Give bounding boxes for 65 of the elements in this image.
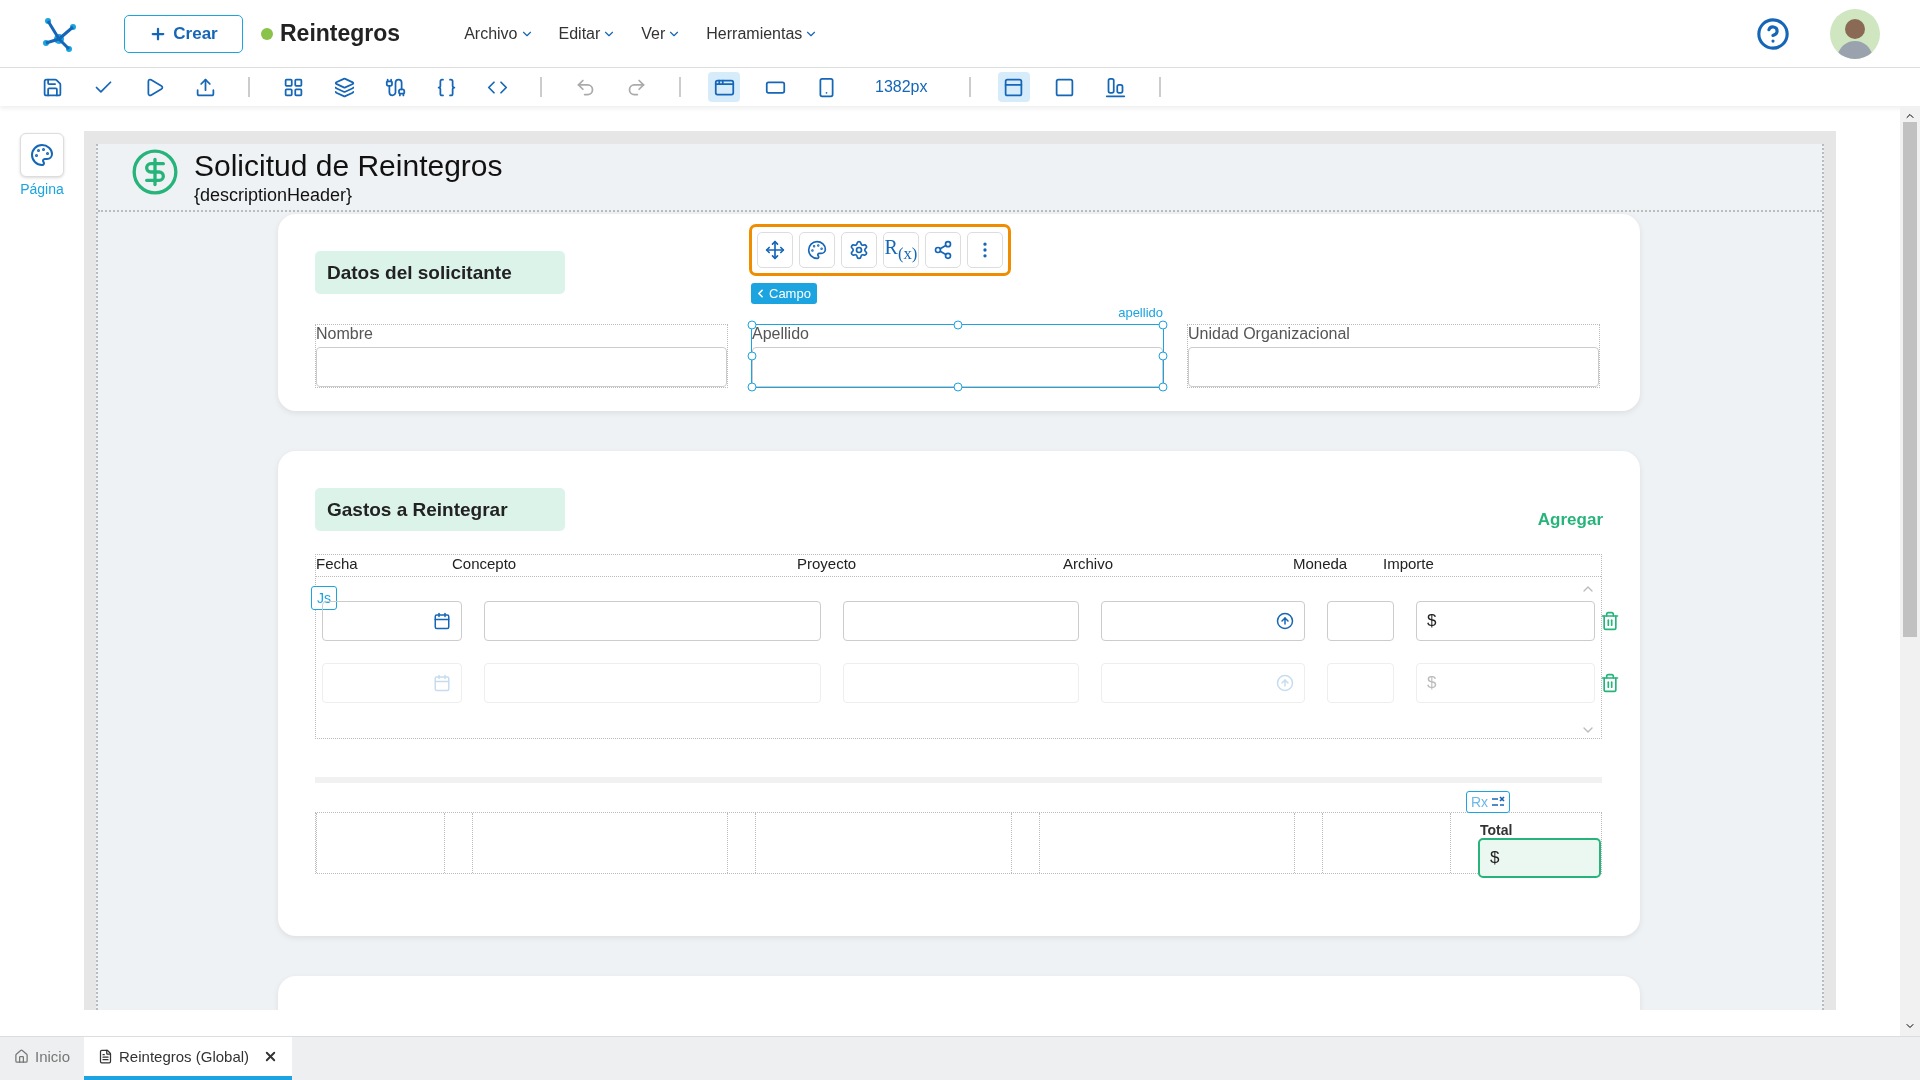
page-title: Solicitud de Reintegros [194,148,503,183]
resize-handle[interactable] [953,320,962,330]
date-field[interactable] [322,601,462,641]
column-header: Archivo [1063,555,1115,574]
menu-item[interactable]: Archivo [464,24,534,43]
column-header: Moneda [1293,555,1349,574]
input-field[interactable] [752,347,1163,387]
file-field[interactable] [1101,601,1305,641]
resize-handle[interactable] [1158,351,1168,361]
palette-icon[interactable] [20,133,64,177]
side-label: Página [20,181,64,197]
section-title: Datos del solicitante [315,251,565,294]
panel-icon[interactable] [997,72,1030,102]
page-description: {descriptionHeader} [194,184,354,206]
currency-symbol: $ [1427,611,1437,631]
input-field[interactable] [316,347,727,387]
menu-item[interactable]: Editar [558,24,617,43]
scrollbar-thumb[interactable] [1903,122,1917,637]
calendar-icon[interactable] [433,612,451,630]
desktop-icon[interactable] [708,72,740,102]
help-icon[interactable] [1756,16,1790,51]
amount-field[interactable]: $ [1416,601,1595,641]
column-header: Fecha [316,555,359,574]
resize-handle[interactable] [1158,320,1168,330]
total-field[interactable]: $ [1478,838,1601,878]
input-field[interactable] [1327,601,1394,641]
move-icon[interactable] [757,232,793,268]
menu-item[interactable]: Herramientas [706,24,819,43]
document-icon [98,1049,114,1064]
dollar-icon [130,147,180,197]
input-field[interactable] [1188,347,1599,387]
create-button[interactable]: Crear [124,14,243,53]
input-field[interactable] [484,601,821,641]
app-name: Reintegros [280,20,401,47]
section-title: Gastos a Reintegrar [315,488,565,531]
home-icon [14,1049,29,1064]
field-name: apellido [1118,305,1163,320]
column-header: Proyecto [797,555,858,574]
resize-handle[interactable] [953,382,962,392]
status-dot [261,27,273,40]
form-field[interactable]: Unidad Organizacional [1187,324,1600,388]
link-icon[interactable] [925,232,961,268]
upload-icon[interactable] [1276,612,1294,630]
currency-symbol: $ [1427,673,1437,693]
column-header: Concepto [452,555,518,574]
resize-handle[interactable] [1158,382,1168,392]
total-label: Total [1480,822,1514,838]
bottom-tab[interactable]: Inicio [0,1037,85,1080]
menu-item[interactable]: Ver [641,24,682,43]
field-label: Nombre [316,325,374,344]
column-header: Importe [1383,555,1435,574]
bottom-tab[interactable]: Reintegros (Global) [84,1037,293,1080]
input-field[interactable] [843,601,1079,641]
resize-handle[interactable] [747,351,757,361]
more-icon[interactable] [967,232,1003,268]
formula-button[interactable]: R$_{(x)}$ [883,232,919,268]
width-label: 1382px [875,78,928,96]
field-label: Unidad Organizacional [1188,325,1351,344]
gear-icon[interactable] [841,232,877,268]
field-label: Apellido [752,325,810,344]
palette-icon[interactable] [799,232,835,268]
user-avatar[interactable] [1830,8,1880,59]
trash-icon[interactable] [1600,611,1620,631]
resize-handle[interactable] [747,382,757,392]
form-field[interactable]: Nombre [315,324,728,388]
